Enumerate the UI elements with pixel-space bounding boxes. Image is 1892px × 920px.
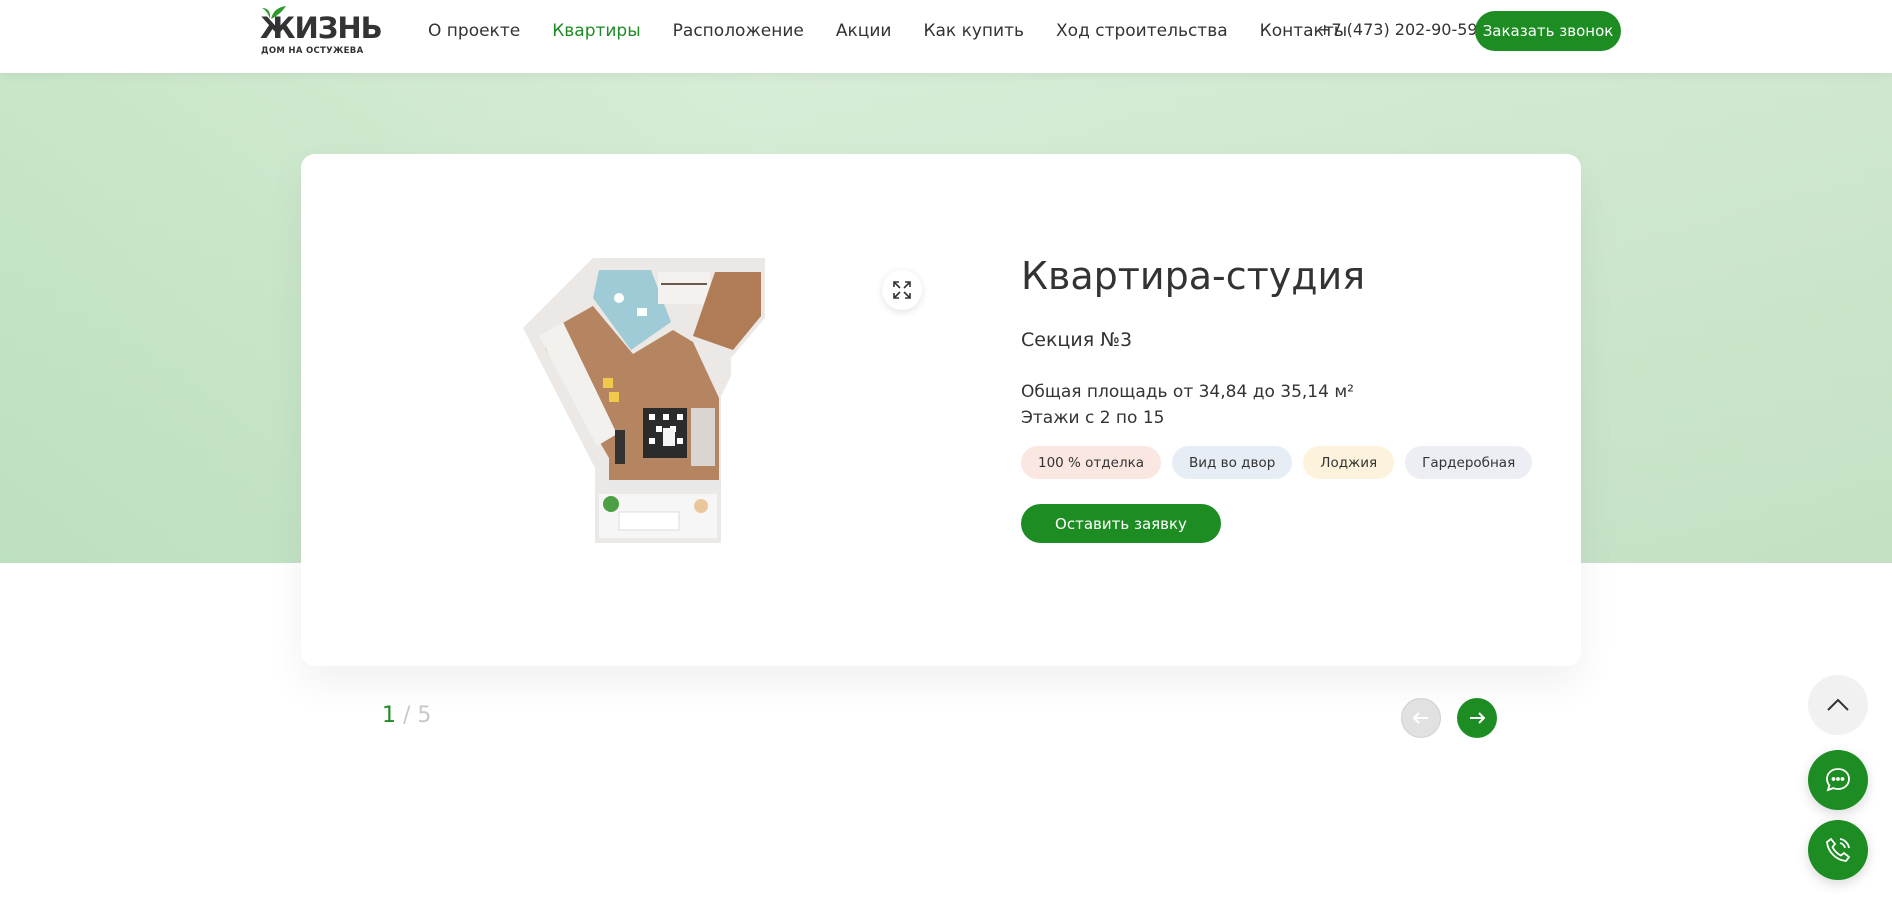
logo-subtitle: ДОМ НА ОСТУЖЕВА [261,46,364,56]
callback-button[interactable] [1808,820,1868,880]
nav-item-how-to-buy[interactable]: Как купить [923,21,1024,41]
nav-item-promotions[interactable]: Акции [836,21,892,41]
phone-link[interactable]: +7 (473) 202-90-59 [1318,20,1478,39]
floors-info: Этажи с 2 по 15 [1021,408,1165,428]
total-slides: 5 [417,703,432,728]
nav-item-location[interactable]: Расположение [673,21,804,41]
main-nav: О проекте Квартиры Расположение Акции Ка… [428,0,1347,62]
order-call-button[interactable]: Заказать звонок [1475,11,1621,51]
area-info: Общая площадь от 34,84 до 35,14 м² [1021,382,1354,402]
prev-slide-button[interactable] [1401,698,1441,738]
chevron-up-icon [1827,698,1849,711]
feature-tags: 100 % отделка Вид во двор Лоджия Гардеро… [1021,446,1533,479]
floor-plan-image[interactable] [523,258,773,543]
section-label: Секция №3 [1021,329,1133,351]
slide-separator: / [403,703,411,728]
tag-loggia: Лоджия [1303,446,1395,479]
next-slide-button[interactable] [1457,698,1497,738]
leave-request-button[interactable]: Оставить заявку [1021,504,1221,543]
tag-yard-view: Вид во двор [1172,446,1293,479]
apartment-title: Квартира-студия [1021,254,1366,298]
nav-item-construction[interactable]: Ход строительства [1056,21,1228,41]
site-header: ЖИЗНЬ ДОМ НА ОСТУЖЕВА О проекте Квартиры… [0,0,1892,73]
arrow-right-icon [1470,712,1485,724]
scroll-to-top-button[interactable] [1808,675,1868,735]
tag-finishing: 100 % отделка [1021,446,1161,479]
slide-counter: 1 / 5 [382,703,431,728]
logo[interactable]: ЖИЗНЬ ДОМ НА ОСТУЖЕВА [260,6,383,58]
phone-icon [1826,837,1851,862]
logo-word: ЖИЗНЬ [260,11,383,45]
expand-icon [893,281,911,299]
tag-wardrobe: Гардеробная [1405,446,1533,479]
nav-item-apartments[interactable]: Квартиры [552,21,640,41]
nav-item-about[interactable]: О проекте [428,21,520,41]
chat-button[interactable] [1808,750,1868,810]
current-slide: 1 [382,703,396,728]
expand-button[interactable] [882,270,922,310]
chat-bubble-icon [1826,768,1850,792]
apartment-card: Квартира-студия Секция №3 Общая площадь … [301,154,1581,666]
arrow-left-icon [1413,712,1428,724]
